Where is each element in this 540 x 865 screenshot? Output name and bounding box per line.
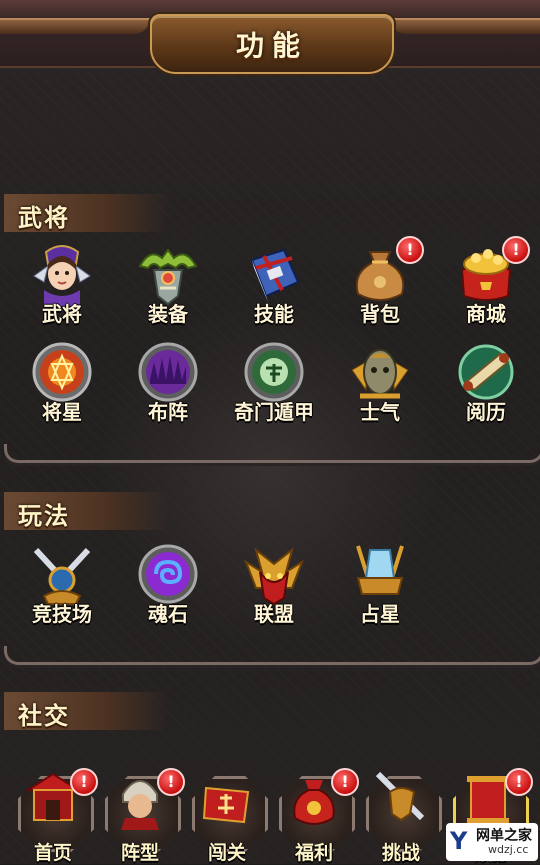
feature-label: 技能	[254, 302, 294, 326]
section-title-shejiao: 社交	[18, 702, 70, 730]
feature-jiangxing[interactable]: 将星	[12, 340, 112, 432]
feature-label: 装备	[148, 302, 188, 326]
purple-formation-icon	[138, 342, 198, 402]
section-header-wanfa: 玩法	[4, 492, 169, 530]
section-divider	[4, 646, 540, 665]
feature-label: 联盟	[254, 602, 294, 626]
feature-zhuangbei[interactable]: 装备	[118, 242, 218, 334]
feature-jingjichang[interactable]: 竞技场	[12, 542, 112, 634]
page-title: 功能	[235, 29, 308, 62]
feature-label: 商城	[466, 302, 506, 326]
general-portrait-icon	[33, 245, 91, 306]
nav-tiaozhan[interactable]: 挑战	[360, 768, 442, 864]
feature-qimendunjia[interactable]: 奇门遁甲	[224, 340, 324, 432]
scroll-experience-icon	[458, 344, 514, 400]
notification-badge: !	[331, 768, 359, 796]
skill-book-icon	[250, 248, 300, 302]
sword-shield-icon	[375, 771, 425, 822]
nav-chuangguan[interactable]: 闯关	[186, 768, 268, 864]
feature-label: 布阵	[148, 400, 188, 424]
nav-label: 闯关	[207, 842, 246, 864]
hexagram-star-icon	[32, 342, 92, 402]
crossed-swords-arena-icon	[33, 547, 91, 605]
watermark-name: 网单之家	[476, 828, 532, 844]
feature-label: 武将	[42, 302, 82, 326]
section-divider	[4, 444, 540, 463]
nav-fuli[interactable]: 福利 !	[273, 768, 359, 864]
feature-jineng[interactable]: 技能	[224, 242, 324, 334]
morale-mask-icon	[351, 349, 409, 399]
feature-label: 奇门遁甲	[234, 400, 314, 424]
feature-label: 魂石	[148, 602, 188, 626]
section-header-shejiao: 社交	[4, 692, 169, 730]
feature-shiqi[interactable]: 士气	[330, 340, 430, 432]
feature-label: 士气	[360, 400, 400, 424]
notification-badge: !	[502, 236, 530, 264]
feature-yueli[interactable]: 阅历	[436, 340, 536, 432]
section-title-wanfa: 玩法	[18, 502, 70, 530]
jade-talisman-icon	[244, 342, 304, 402]
feature-buzhen[interactable]: 布阵	[118, 340, 218, 432]
nav-label: 阵型	[120, 842, 159, 864]
nav-shouye[interactable]: 首页 !	[12, 768, 98, 864]
background	[0, 0, 540, 864]
notification-badge: !	[396, 236, 424, 264]
nav-zhenxing[interactable]: 阵型 !	[99, 768, 185, 864]
feature-label: 竞技场	[32, 602, 92, 626]
feature-label: 背包	[360, 302, 400, 326]
feature-lianmeng[interactable]: 联盟	[224, 542, 324, 634]
feature-wujiang[interactable]: 武将	[12, 242, 112, 334]
watermark-logo: Y 网单之家 wdzj.cc	[446, 823, 538, 861]
feature-label: 将星	[42, 400, 82, 424]
watermark-site: wdzj.cc	[488, 843, 529, 856]
crystal-altar-icon	[356, 545, 404, 595]
dragon-crest-icon	[243, 547, 305, 606]
feature-zhanxing[interactable]: 占星	[330, 542, 430, 634]
feature-hunshi[interactable]: 魂石	[118, 542, 218, 634]
banner-right-ornament	[390, 18, 540, 34]
title-plate: 功能	[150, 14, 394, 74]
feature-beibao[interactable]: 背包 !	[330, 236, 430, 334]
soul-stone-icon	[138, 544, 198, 604]
notification-badge: !	[505, 768, 533, 796]
section-title-wujiang: 武将	[18, 204, 70, 232]
banner-left-ornament	[0, 18, 150, 34]
notification-badge: !	[70, 768, 98, 796]
watermark-mark: Y	[450, 827, 468, 855]
nav-label: 首页	[33, 842, 72, 864]
feature-label: 阅历	[466, 400, 506, 424]
section-header-wujiang: 武将	[4, 194, 169, 232]
nav-label: 挑战	[381, 842, 420, 864]
nav-label: 福利	[294, 842, 333, 864]
feature-shangcheng[interactable]: 商城 !	[436, 236, 536, 334]
battle-flag-icon	[202, 786, 250, 824]
feature-label: 占星	[360, 602, 400, 626]
notification-badge: !	[157, 768, 185, 796]
ornate-armor-icon	[138, 248, 198, 306]
